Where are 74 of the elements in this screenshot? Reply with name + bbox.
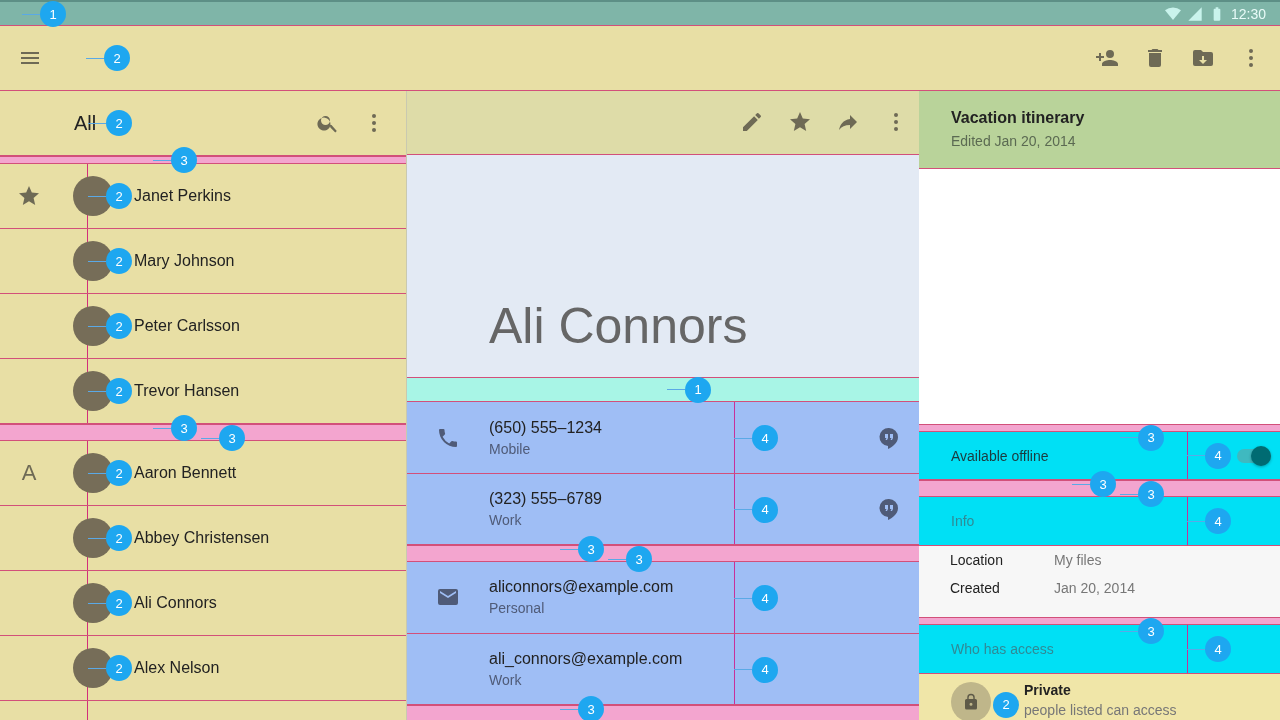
contact-title: Ali Connors [489, 296, 748, 355]
annotation-badge: 4 [752, 585, 778, 612]
contact-value: (650) 555–1234 [489, 418, 603, 437]
info-value: Jan 20, 2014 [1054, 579, 1135, 596]
clock: 12:30 [1230, 5, 1266, 22]
annotation-badge: 3 [219, 425, 245, 451]
star-icon [17, 184, 41, 208]
annotation-badge: 3 [578, 536, 604, 563]
info-key: Location [950, 551, 1054, 568]
access-title: Private [1024, 682, 1072, 698]
info-value: My files [1054, 551, 1102, 568]
annotation-badge: 4 [1205, 636, 1231, 663]
annotation-badge: 2 [993, 692, 1019, 718]
wifi-icon [1164, 5, 1181, 22]
annotation-badge: 2 [106, 110, 132, 136]
annotation-badge: 2 [106, 460, 132, 486]
chat-button[interactable] [877, 425, 901, 450]
contact-value: ali_connors@example.com [489, 649, 684, 668]
annotation-badge: 4 [1205, 442, 1231, 469]
contact-row[interactable]: 2 Alex Nelson [0, 636, 406, 701]
contact-name: Aaron Bennett [134, 464, 237, 482]
contact-row[interactable]: 2 Peter Carlsson [0, 294, 406, 359]
annotation-badge: 2 [106, 525, 132, 551]
annotation-badge: 2 [104, 45, 130, 71]
contact-label: Personal [489, 600, 546, 617]
annotation-badge: 3 [626, 546, 652, 573]
annotation-badge: 4 [1205, 508, 1231, 535]
contact-name: Alex Nelson [134, 659, 220, 677]
annotation-badge: 2 [106, 655, 132, 681]
file-title: Vacation itinerary [951, 109, 1086, 127]
list-title: All [74, 111, 97, 135]
contact-name: Janet Perkins [134, 187, 231, 205]
contact-name: Trevor Hansen [134, 382, 240, 400]
annotation-badge: 2 [106, 378, 132, 404]
contact-label: Work [489, 512, 523, 529]
annotation-badge: 3 [1138, 618, 1164, 645]
annotation-badge: 2 [106, 313, 132, 339]
annotation-badge: 4 [752, 496, 778, 523]
annotation-badge: 4 [752, 425, 778, 452]
annotation-badge: 3 [1138, 424, 1164, 451]
contact-value: aliconnors@example.com [489, 578, 675, 597]
info-key: Created [950, 579, 1054, 596]
annotation-badge: 1 [40, 1, 66, 27]
annotation-badge: 2 [106, 590, 132, 616]
contact-row[interactable]: 2 Mary Johnson [0, 229, 406, 294]
contact-label: Work [489, 671, 523, 688]
contact-name: Abbey Christensen [134, 529, 270, 547]
lock-icon [962, 693, 980, 711]
contact-name: Peter Carlsson [134, 317, 240, 335]
signal-icon [1186, 5, 1203, 22]
contact-row[interactable]: 2 Abbey Christensen [0, 506, 406, 571]
annotation-badge: 2 [106, 183, 132, 209]
annotation-badge: 3 [171, 415, 197, 441]
annotation-badge: 3 [171, 147, 197, 173]
annotation-badge: 3 [578, 696, 604, 720]
section-heading: Info [951, 513, 975, 530]
annotation-badge: 3 [1138, 481, 1164, 508]
annotation-badge: 4 [752, 656, 778, 683]
contact-name: Mary Johnson [134, 252, 235, 270]
contact-label: Mobile [489, 440, 532, 457]
contact-value: (323) 555–6789 [489, 490, 603, 509]
section-heading: Who has access [951, 641, 1054, 658]
contact-row[interactable]: 2 Ali Connors [0, 571, 406, 636]
offline-toggle[interactable] [1237, 448, 1271, 463]
file-subtitle: Edited Jan 20, 2014 [951, 133, 1077, 149]
annotation-badge: 2 [106, 248, 132, 274]
contact-row[interactable]: 2 Janet Perkins [0, 164, 406, 229]
annotation-badge: 3 [1090, 471, 1116, 498]
contact-name: Ali Connors [134, 594, 217, 612]
index-letter: A [21, 460, 37, 486]
annotation-badge: 1 [685, 376, 711, 403]
chat-button[interactable] [877, 497, 901, 522]
access-subtitle: people listed can access [1024, 702, 1177, 718]
setting-label: Available offline [951, 447, 1049, 464]
